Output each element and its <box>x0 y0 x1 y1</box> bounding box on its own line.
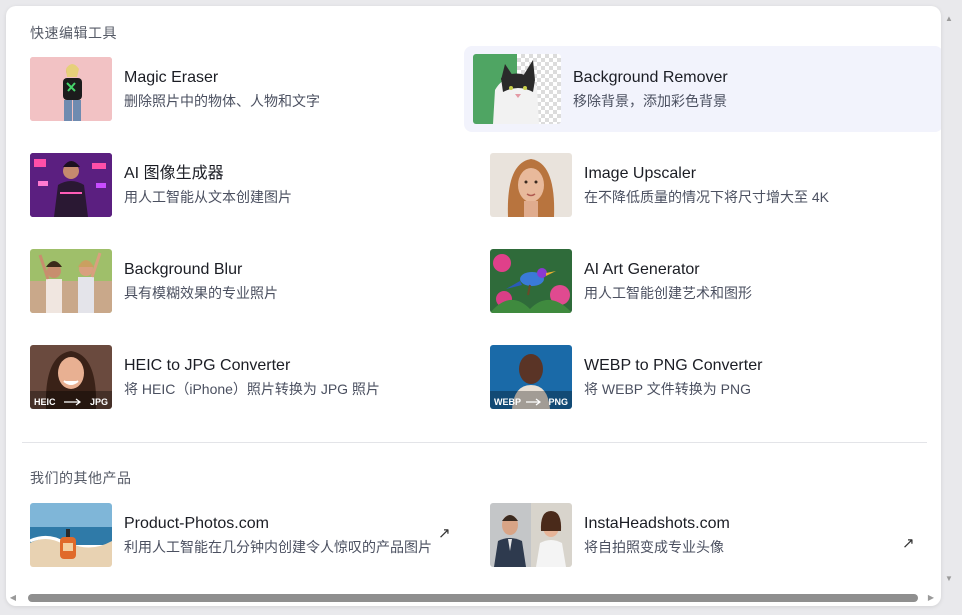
tool-title: Magic Eraser <box>124 69 219 86</box>
external-link-icon: ↗ <box>902 535 915 552</box>
webp-to-png-thumbnail: WEBP PNG <box>490 345 572 409</box>
tool-background-remover[interactable]: Background Remover 移除背景，添加彩色背景 <box>464 46 941 132</box>
heic-to-jpg-thumbnail: HEIC JPG <box>30 345 112 409</box>
product-title: InstaHeadshots.com <box>584 515 730 532</box>
tool-subtitle: 将 HEIC（iPhone）照片转换为 JPG 照片 <box>124 381 380 397</box>
scroll-up-arrow-icon[interactable]: ▲ <box>941 14 957 23</box>
tool-subtitle: 将 WEBP 文件转换为 PNG <box>584 381 751 397</box>
external-link-icon: ↗ <box>438 525 451 542</box>
tool-subtitle: 用人工智能从文本创建图片 <box>124 189 292 205</box>
tool-title: HEIC to JPG Converter <box>124 357 291 374</box>
background-remover-thumbnail <box>473 54 561 124</box>
tool-subtitle: 用人工智能创建艺术和图形 <box>584 285 752 301</box>
tool-image-upscaler[interactable]: Image Upscaler 在不降低质量的情况下将尺寸增大至 4K <box>490 142 930 228</box>
product-photos-link[interactable]: Product-Photos.com 利用人工智能在几分钟内创建令人惊叹的产品图… <box>30 492 460 578</box>
tools-dropdown-panel: 快速编辑工具 Magic Eraser 删除照片中的物体、人物和文字 Backg… <box>6 6 941 606</box>
scroll-right-arrow-icon[interactable]: ▶ <box>926 593 936 602</box>
vertical-scrollbar[interactable]: ▲ ▼ <box>941 6 957 586</box>
tool-background-blur[interactable]: Background Blur 具有模糊效果的专业照片 <box>30 238 450 324</box>
instaheadshots-thumbnail <box>490 503 572 567</box>
tool-ai-image-generator[interactable]: AI 图像生成器 用人工智能从文本创建图片 <box>30 142 450 228</box>
tool-title: Image Upscaler <box>584 165 697 182</box>
tool-title: WEBP to PNG Converter <box>584 357 763 374</box>
ai-image-generator-thumbnail <box>30 153 112 217</box>
scroll-left-arrow-icon[interactable]: ◀ <box>8 593 18 602</box>
instaheadshots-link[interactable]: InstaHeadshots.com 将自拍照变成专业头像 ↗ <box>490 492 930 578</box>
thumb-from-label: HEIC <box>34 397 56 407</box>
tool-subtitle: 在不降低质量的情况下将尺寸增大至 4K <box>584 189 830 205</box>
quick-tools-heading: 快速编辑工具 <box>30 25 117 41</box>
ai-art-generator-thumbnail <box>490 249 572 313</box>
tool-title: AI 图像生成器 <box>124 165 224 182</box>
thumb-to-label: JPG <box>89 397 108 407</box>
tool-ai-art-generator[interactable]: AI Art Generator 用人工智能创建艺术和图形 <box>490 238 930 324</box>
thumb-to-label: PNG <box>548 397 568 407</box>
tool-subtitle: 移除背景，添加彩色背景 <box>573 93 727 109</box>
scroll-down-arrow-icon[interactable]: ▼ <box>941 574 957 583</box>
image-upscaler-thumbnail <box>490 153 572 217</box>
other-products-heading: 我们的其他产品 <box>30 470 132 486</box>
tool-title: Background Remover <box>573 69 728 86</box>
product-photos-thumbnail <box>30 503 112 567</box>
product-subtitle: 利用人工智能在几分钟内创建令人惊叹的产品图片 <box>124 539 432 555</box>
tool-subtitle: 具有模糊效果的专业照片 <box>124 285 278 301</box>
section-divider <box>22 442 927 443</box>
tool-webp-to-png[interactable]: WEBP PNG WEBP to PNG Converter 将 WEBP 文件… <box>490 334 930 420</box>
tool-heic-to-jpg[interactable]: HEIC JPG HEIC to JPG Converter 将 HEIC（iP… <box>30 334 450 420</box>
magic-eraser-thumbnail <box>30 57 112 121</box>
tool-subtitle: 删除照片中的物体、人物和文字 <box>124 93 320 109</box>
horizontal-scroll-thumb[interactable] <box>28 594 918 602</box>
background-blur-thumbnail <box>30 249 112 313</box>
tool-magic-eraser[interactable]: Magic Eraser 删除照片中的物体、人物和文字 <box>30 46 450 132</box>
thumb-from-label: WEBP <box>494 397 521 407</box>
horizontal-scrollbar[interactable]: ◀ ▶ <box>6 590 941 606</box>
tool-title: AI Art Generator <box>584 261 700 278</box>
product-subtitle: 将自拍照变成专业头像 <box>584 539 724 555</box>
tool-title: Background Blur <box>124 261 243 278</box>
product-title: Product-Photos.com <box>124 515 269 532</box>
